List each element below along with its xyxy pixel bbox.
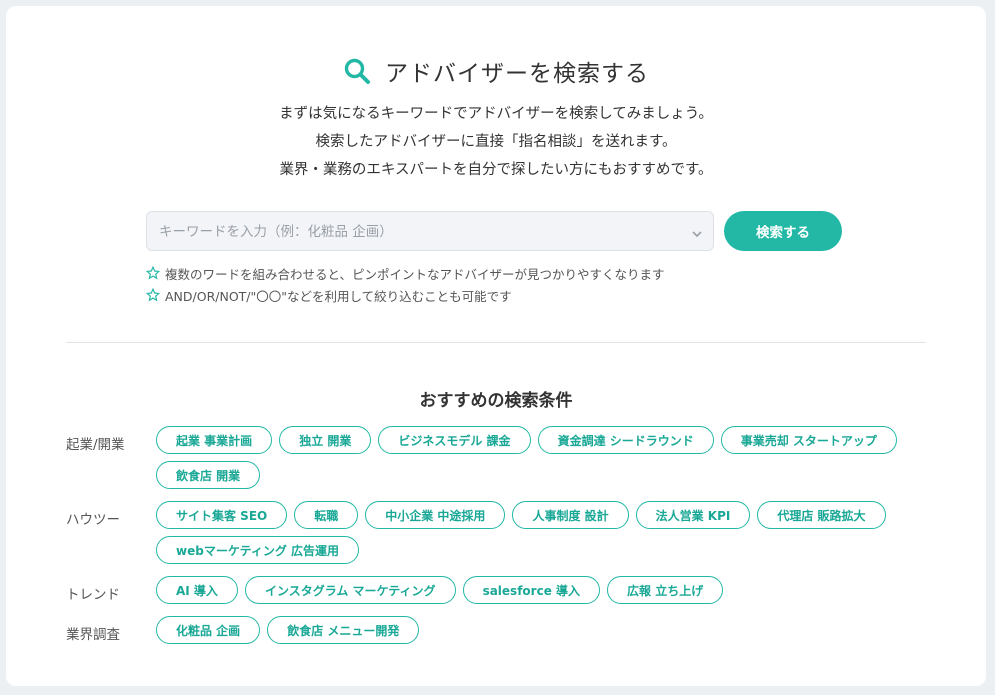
chevron-down-icon[interactable] [691,225,703,244]
page-title-text: アドバイザーを検索する [385,61,649,87]
tip-text: 複数のワードを組み合わせると、ピンポイントなアドバイザーが見つかりやすくなります [165,266,665,282]
search-row: 検索する [146,211,846,252]
search-field[interactable] [146,211,714,252]
search-chip[interactable]: 化粧品 企画 [156,616,261,644]
search-chip[interactable]: 資金調達 シードラウンド [537,426,714,454]
search-chip[interactable]: 法人営業 KPI [635,501,751,529]
page-title: アドバイザーを検索する [6,53,986,89]
description-line: 検索したアドバイザーに直接「指名相談」を送れます。 [315,134,677,150]
search-chip[interactable]: 人事制度 設計 [512,501,629,529]
category-label: ハウツー [66,512,120,528]
star-icon [146,266,160,280]
search-chip[interactable]: webマーケティング 広告運用 [156,536,360,564]
search-chip[interactable]: 中小企業 中途採用 [365,501,506,529]
search-button[interactable]: 検索する [724,211,842,251]
tip-item: 複数のワードを組み合わせると、ピンポイントなアドバイザーが見つかりやすくなります [146,262,665,284]
description-line: 業界・業務のエキスパートを自分で探したい方にもおすすめです。 [279,162,713,178]
search-chip[interactable]: 起業 事業計画 [156,426,273,454]
search-tips: 複数のワードを組み合わせると、ピンポイントなアドバイザーが見つかりやすくなります… [146,262,665,306]
search-chip[interactable]: 飲食店 メニュー開発 [267,616,420,644]
chip-group-howto: サイト集客 SEO 転職 中小企業 中途採用 人事制度 設計 法人営業 KPI … [156,501,936,564]
search-chip[interactable]: AI 導入 [156,576,238,604]
divider [66,342,926,343]
chip-group-industry: 化粧品 企画 飲食店 メニュー開発 [156,616,936,644]
description: まずは気になるキーワードでアドバイザーを検索してみましょう。 検索したアドバイザ… [6,100,986,184]
search-chip[interactable]: サイト集客 SEO [156,501,288,529]
category-label: トレンド [66,587,120,603]
search-icon [343,57,371,85]
recommend-title: おすすめの検索条件 [419,391,573,411]
tip-text: AND/OR/NOT/"〇〇"などを利用して絞り込むことも可能です [165,288,512,304]
search-chip[interactable]: salesforce 導入 [462,576,601,604]
search-chip[interactable]: インスタグラム マーケティング [244,576,456,604]
search-chip[interactable]: 代理店 販路拡大 [757,501,886,529]
tip-item: AND/OR/NOT/"〇〇"などを利用して絞り込むことも可能です [146,284,665,306]
category-label: 業界調査 [66,627,120,643]
chip-group-startup: 起業 事業計画 独立 開業 ビジネスモデル 課金 資金調達 シードラウンド 事業… [156,426,936,489]
chip-group-trend: AI 導入 インスタグラム マーケティング salesforce 導入 広報 立… [156,576,936,604]
category-label: 起業/開業 [66,437,125,453]
search-chip[interactable]: 事業売却 スタートアップ [720,426,897,454]
description-line: まずは気になるキーワードでアドバイザーを検索してみましょう。 [279,106,713,122]
search-chip[interactable]: 広報 立ち上げ [607,576,724,604]
search-chip[interactable]: ビジネスモデル 課金 [378,426,531,454]
search-card: アドバイザーを検索する まずは気になるキーワードでアドバイザーを検索してみましょ… [6,6,986,686]
search-chip[interactable]: 独立 開業 [279,426,372,454]
search-chip[interactable]: 転職 [294,501,359,529]
search-chip[interactable]: 飲食店 開業 [156,461,261,489]
star-icon [146,288,160,302]
search-input[interactable] [157,212,681,252]
